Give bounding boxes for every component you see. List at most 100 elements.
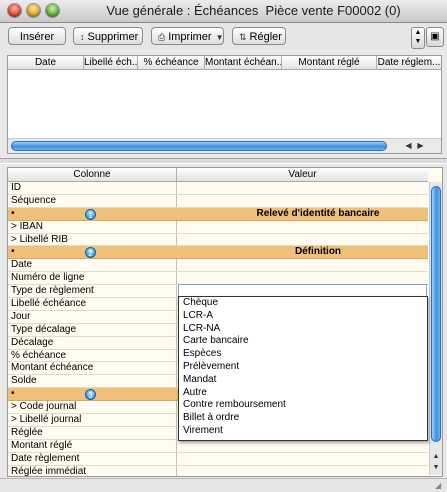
property-value-cell[interactable] xyxy=(176,452,429,465)
property-row[interactable]: Réglée immédiat xyxy=(8,465,429,477)
dropdown-option[interactable]: Contre remboursement xyxy=(179,399,427,412)
property-row[interactable]: > Libellé RIB xyxy=(8,233,429,247)
property-label: Réglée xyxy=(11,426,43,438)
section-bullet: • xyxy=(11,388,15,400)
property-row[interactable]: Date règlement xyxy=(8,452,429,466)
property-label: > Libellé journal xyxy=(11,414,82,426)
payment-type-dropdown[interactable]: Chèque LCR-A LCR-NA Carte bancaire Espèces Pr… xyxy=(178,296,428,441)
up-down-arrows-icon: ⇅ xyxy=(239,32,247,42)
dropdown-option[interactable]: Virement xyxy=(179,425,427,438)
dropdown-option[interactable]: Billet à ordre xyxy=(179,412,427,425)
dropdown-option[interactable]: Chèque xyxy=(179,297,427,310)
scroll-right-icon[interactable]: ▶ xyxy=(415,140,426,152)
property-value-cell[interactable] xyxy=(176,233,429,246)
section-row[interactable]: • 2 Définition xyxy=(8,246,428,260)
column-header-date[interactable]: Date xyxy=(8,56,84,69)
scroll-down-icon[interactable]: ▼ xyxy=(430,463,442,473)
schedule-list-grid[interactable]: Date Libellé éch... % échéance Montant é… xyxy=(7,55,442,154)
section-title: Définition xyxy=(294,246,342,258)
resize-grip-icon[interactable]: ◢ xyxy=(435,481,445,491)
property-value-cell[interactable] xyxy=(176,439,429,452)
property-value-cell[interactable] xyxy=(176,194,429,207)
column-header-libelle[interactable]: Libellé éch... xyxy=(84,56,138,69)
window-layout-icon[interactable]: ▣ xyxy=(426,27,444,47)
section-number-badge: 2 xyxy=(85,247,96,259)
vertical-scroll-thumb[interactable] xyxy=(431,186,441,442)
insert-button-label: Insérer xyxy=(19,31,55,43)
dropdown-option[interactable]: Carte bancaire xyxy=(179,335,427,348)
printer-icon: ⎙ xyxy=(158,32,166,42)
dropdown-option[interactable]: Prélèvement xyxy=(179,361,427,374)
column-header-valeur: Valeur xyxy=(288,169,317,180)
window-title: Vue générale : Échéances Pièce vente F00… xyxy=(106,3,401,18)
record-stepper[interactable]: ▲ ▼ xyxy=(411,27,425,49)
split-divider[interactable] xyxy=(0,158,447,164)
toolbar: Insérer ↕ Supprimer ⎙ Imprimer ▼ ⇅ Régler ▲ … xyxy=(0,23,447,50)
property-label: Montant réglé xyxy=(11,439,73,451)
stepper-down-icon[interactable]: ▼ xyxy=(412,37,424,46)
stepper-up-icon[interactable]: ▲ xyxy=(412,28,424,37)
settle-button[interactable]: ⇅ Régler xyxy=(232,27,286,45)
property-label: Numéro de ligne xyxy=(11,272,85,284)
dropdown-option[interactable]: Autre xyxy=(179,387,427,400)
property-label: % échéance xyxy=(11,349,67,361)
property-label: ID xyxy=(11,182,21,193)
schedule-list-header: Date Libellé éch... % échéance Montant é… xyxy=(8,56,441,70)
vertical-scrollbar[interactable]: ▲ ▼ xyxy=(429,182,442,475)
property-label: Séquence xyxy=(11,194,57,206)
column-header-montant-regle[interactable]: Montant réglé xyxy=(282,56,377,69)
property-label: Jour xyxy=(11,310,31,322)
property-label: Solde xyxy=(11,375,37,387)
plus-minus-icon: ↕ xyxy=(80,32,85,42)
delete-button[interactable]: ↕ Supprimer xyxy=(73,27,143,45)
delete-button-label: Supprimer xyxy=(87,31,139,43)
property-row[interactable]: Séquence xyxy=(8,194,429,208)
scroll-up-icon[interactable]: ▲ xyxy=(430,452,442,462)
property-value-cell[interactable] xyxy=(176,220,429,233)
property-label: Date règlement xyxy=(11,452,80,464)
property-value-cell[interactable] xyxy=(176,465,429,476)
dropdown-option[interactable]: Mandat xyxy=(179,374,427,387)
property-value-cell[interactable] xyxy=(176,259,429,272)
section-row[interactable]: • 1 Relevé d'identité bancaire xyxy=(8,207,428,221)
property-label: > IBAN xyxy=(11,220,43,232)
close-window-button[interactable] xyxy=(8,4,21,17)
section-number-badge: 3 xyxy=(85,389,96,401)
column-header-pct[interactable]: % échéance xyxy=(138,56,205,69)
horizontal-scrollbar[interactable]: ◀ ▶ xyxy=(8,138,441,153)
horizontal-scroll-thumb[interactable] xyxy=(11,141,387,151)
column-header-date-reglement[interactable]: Date réglem... xyxy=(377,56,441,69)
property-label: Type de règlement xyxy=(11,285,94,297)
property-row[interactable]: Date xyxy=(8,259,429,273)
dropdown-option[interactable]: LCR-A xyxy=(179,310,427,323)
status-bar: ◢ xyxy=(0,478,447,492)
scroll-left-icon[interactable]: ◀ xyxy=(403,140,414,152)
dropdown-option[interactable]: Espèces xyxy=(179,348,427,361)
property-label: Réglée immédiat xyxy=(11,465,87,477)
section-bullet: • xyxy=(11,207,15,219)
property-label: Date xyxy=(11,259,33,271)
zoom-window-button[interactable] xyxy=(46,4,59,17)
property-label: Décalage xyxy=(11,336,54,348)
property-row[interactable]: > IBAN xyxy=(8,220,429,234)
property-value-cell[interactable] xyxy=(176,182,429,194)
settle-button-label: Régler xyxy=(249,31,282,43)
minimize-window-button[interactable] xyxy=(27,4,40,17)
print-button[interactable]: ⎙ Imprimer ▼ xyxy=(151,27,224,45)
print-button-label: Imprimer xyxy=(168,31,212,43)
title-bar: Vue générale : Échéances Pièce vente F00… xyxy=(0,0,447,23)
property-label: > Code journal xyxy=(11,401,77,413)
section-title: Relevé d'identité bancaire xyxy=(256,207,380,219)
section-bullet: • xyxy=(11,246,15,258)
property-label: Type décalage xyxy=(11,323,77,335)
property-label: Libellé échéance xyxy=(11,298,87,310)
property-row[interactable]: Montant réglé xyxy=(8,439,429,453)
property-label: Montant échéance xyxy=(11,362,94,374)
insert-button[interactable]: Insérer xyxy=(8,27,66,45)
dropdown-option[interactable]: LCR-NA xyxy=(179,323,427,336)
column-header-colonne: Colonne xyxy=(8,168,177,181)
property-value-cell[interactable] xyxy=(176,272,429,285)
column-header-montant-echeance[interactable]: Montant échéan... xyxy=(205,56,282,69)
property-label: > Libellé RIB xyxy=(11,233,68,245)
property-row[interactable]: ID xyxy=(8,182,428,195)
